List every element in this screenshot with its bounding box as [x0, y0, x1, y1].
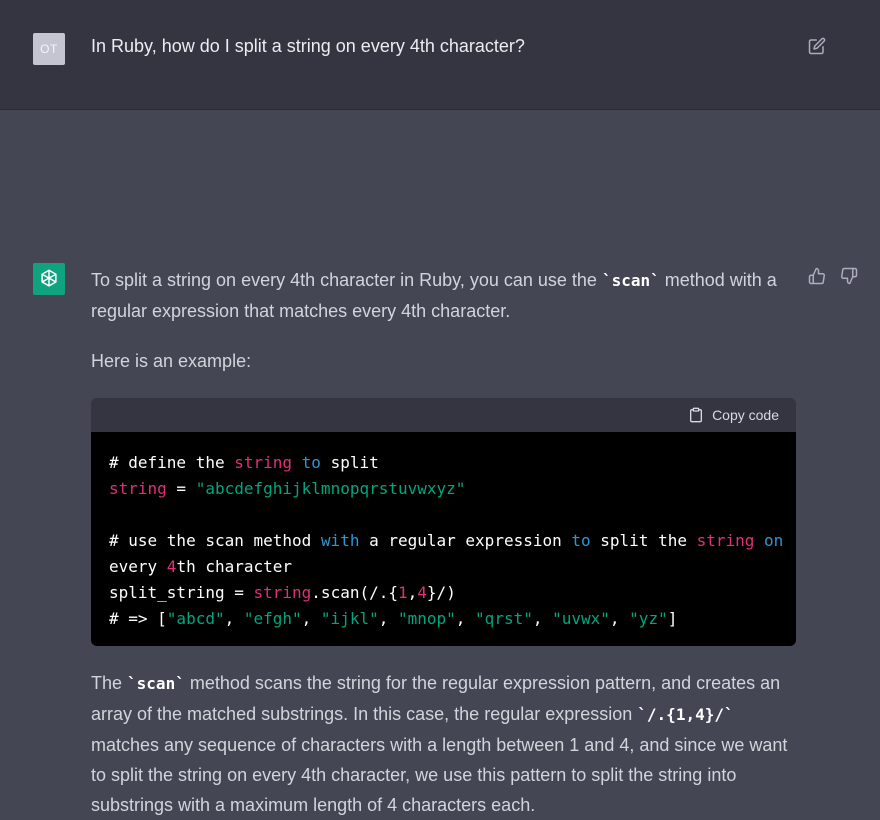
result-array-separator: ,	[224, 609, 244, 628]
inline-code: `scan`	[127, 674, 185, 693]
result-array-item: "ijkl"	[320, 609, 379, 628]
copy-code-button[interactable]: Copy code	[688, 398, 779, 432]
assistant-message: To split a string on every 4th character…	[91, 265, 801, 820]
result-array-separator: ,	[609, 609, 630, 628]
result-array-separator: ,	[455, 609, 476, 628]
copy-code-label: Copy code	[712, 407, 779, 423]
code-block-header: Copy code	[91, 398, 796, 432]
result-array-item: "qrst"	[475, 609, 533, 628]
user-question: In Ruby, how do I split a string on ever…	[91, 36, 525, 56]
example-label: Here is an example:	[91, 351, 252, 371]
code-line-1: # define the string to split	[109, 453, 379, 472]
result-array-separator: ,	[301, 609, 321, 628]
result-array: "abcd", "efgh", "ijkl", "mnop", "qrst", …	[167, 609, 668, 628]
code-content: # define the string to split string = "ab…	[91, 432, 796, 646]
assistant-avatar	[33, 263, 65, 295]
inline-code: `scan`	[601, 271, 660, 290]
thumbs-up-icon[interactable]	[808, 267, 826, 285]
clipboard-icon	[690, 407, 703, 423]
code-line-7: # => ["abcd", "efgh", "ijkl", "mnop", "q…	[109, 609, 678, 628]
code-block: Copy code # define the string to split st…	[91, 398, 796, 646]
answer-intro: To split a string on every 4th character…	[91, 270, 777, 321]
inline-code: `/.{1,4}/`	[637, 705, 734, 724]
result-array-separator: ,	[532, 609, 553, 628]
openai-logo-icon	[41, 269, 57, 287]
thumbs-down-icon[interactable]	[840, 267, 858, 285]
feedback-buttons	[808, 267, 858, 285]
code-line-6: split_string = string.scan(/.{1,4}/)	[109, 583, 456, 602]
code-line-5: every 4th character	[109, 557, 293, 576]
answer-explanation: The `scan` method scans the string for t…	[91, 673, 788, 815]
result-array-item: "uvwx"	[552, 609, 610, 628]
result-array-item: "efgh"	[243, 609, 302, 628]
result-array-item: "abcd"	[166, 609, 225, 628]
result-array-item: "yz"	[629, 609, 668, 628]
code-line-2: string = "abcdefghijklmnopqrstuvwxyz"	[109, 479, 466, 498]
result-array-item: "mnop"	[397, 609, 456, 628]
code-line-4: # use the scan method with a regular exp…	[109, 531, 784, 550]
result-array-separator: ,	[378, 609, 398, 628]
edit-icon[interactable]	[808, 37, 826, 55]
user-avatar: OT	[33, 33, 65, 65]
user-message-row: OT In Ruby, how do I split a string on e…	[0, 0, 880, 110]
